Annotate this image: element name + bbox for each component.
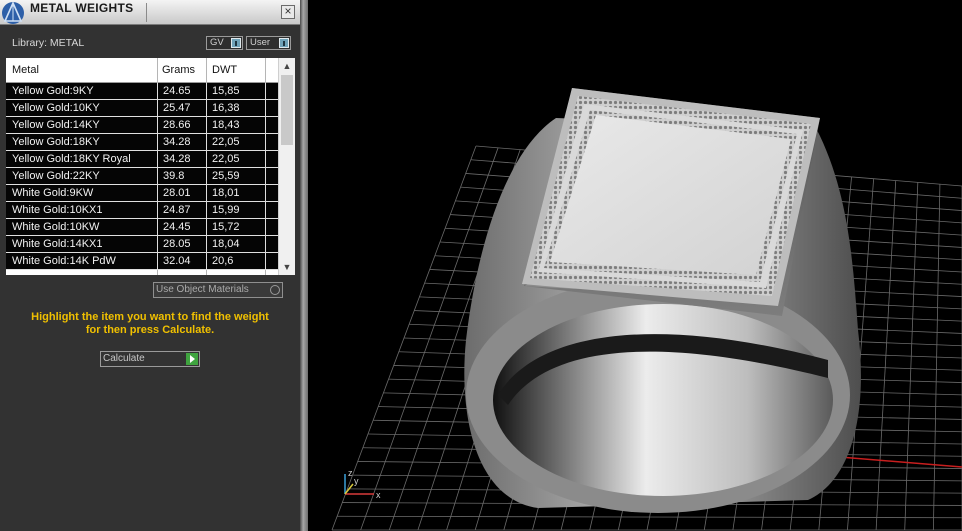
column-divider: [265, 253, 266, 270]
app-logo-icon: [2, 1, 24, 24]
metal-cell: Yellow Gold:18KY Royal: [12, 153, 131, 165]
metal-cell: Yellow Gold:10KY: [12, 102, 100, 114]
metal-weights-table[interactable]: Metal Grams DWT Yellow Gold:9KY 24.65 15,8…: [6, 58, 295, 275]
titlebar-divider: [146, 3, 147, 22]
metal-cell: White Gold:14K PdW: [12, 255, 116, 267]
grams-cell: 24.45: [163, 221, 191, 233]
column-header-grams[interactable]: Grams: [162, 64, 195, 76]
instruction-text: Highlight the item you want to find the …: [10, 311, 290, 337]
column-divider: [265, 219, 266, 236]
user-toggle-label: User: [250, 37, 271, 48]
column-divider: [265, 185, 266, 202]
axis-gizmo-icon: z y x: [344, 468, 381, 500]
table-row[interactable]: White Gold:14KX1 28.05 18,04: [6, 236, 278, 253]
column-divider: [265, 168, 266, 185]
scroll-down-icon[interactable]: ▼: [279, 259, 295, 275]
dwt-cell: 15,99: [212, 204, 240, 216]
grams-cell: 24.65: [163, 85, 191, 97]
column-header-dwt[interactable]: DWT: [212, 64, 237, 76]
metal-cell: White Gold:10KW: [12, 221, 100, 233]
grams-cell: 28.01: [163, 187, 191, 199]
column-divider: [265, 236, 266, 253]
column-divider: [265, 83, 266, 100]
column-divider: [265, 202, 266, 219]
column-divider: [265, 134, 266, 151]
table-row[interactable]: Yellow Gold:18KY Royal 34.28 22,05: [6, 151, 278, 168]
close-icon: ×: [284, 4, 292, 18]
dwt-cell: 15,85: [212, 85, 240, 97]
dwt-cell: 16,38: [212, 102, 240, 114]
play-arrow-icon: [186, 353, 198, 365]
table-row[interactable]: Yellow Gold:22KY 39.8 25,59: [6, 168, 278, 185]
column-divider: [265, 100, 266, 117]
metal-cell: Yellow Gold:14KY: [12, 119, 100, 131]
metal-cell: White Gold:10KX1: [12, 204, 103, 216]
grams-cell: 34.28: [163, 136, 191, 148]
use-object-materials-button[interactable]: Use Object Materials: [153, 282, 283, 298]
ring-3d-scene: z y x: [331, 88, 962, 531]
grams-cell: 24.87: [163, 204, 191, 216]
dwt-cell: 20,6: [212, 255, 234, 267]
table-row[interactable]: Yellow Gold:9KY 24.65 15,85: [6, 83, 278, 100]
metal-cell: Yellow Gold:18KY: [12, 136, 100, 148]
calculate-button[interactable]: Calculate: [100, 351, 200, 367]
grams-cell: 28.66: [163, 119, 191, 131]
dwt-cell: 18,04: [212, 238, 240, 250]
dwt-cell: 18,43: [212, 119, 240, 131]
metal-weights-panel: METAL WEIGHTS × Library: METAL GV User M…: [0, 0, 300, 531]
metal-cell: Yellow Gold:22KY: [12, 170, 100, 182]
use-object-materials-label: Use Object Materials: [156, 284, 249, 295]
column-divider: [265, 117, 266, 134]
table-row[interactable]: Yellow Gold:14KY 28.66 18,43: [6, 117, 278, 134]
metal-cell: White Gold:14KX1: [12, 238, 103, 250]
ring-inside-shape: [493, 304, 833, 496]
column-header-metal[interactable]: Metal: [12, 64, 39, 76]
table-header: Metal Grams DWT: [6, 58, 278, 275]
table-body: Yellow Gold:9KY 24.65 15,85 Yellow Gold:10K…: [6, 83, 278, 270]
dwt-cell: 15,72: [212, 221, 240, 233]
dwt-cell: 22,05: [212, 153, 240, 165]
table-scrollbar[interactable]: ▲ ▼: [278, 58, 295, 275]
grams-cell: 32.04: [163, 255, 191, 267]
dwt-cell: 18,01: [212, 187, 240, 199]
axis-label-y: y: [354, 476, 359, 486]
axis-label-x: x: [376, 490, 381, 500]
table-row[interactable]: Yellow Gold:10KY 25.47 16,38: [6, 100, 278, 117]
metal-cell: White Gold:9KW: [12, 187, 94, 199]
dwt-cell: 25,59: [212, 170, 240, 182]
grams-cell: 28.05: [163, 238, 191, 250]
toggle-switch-icon: [231, 38, 241, 48]
panel-title: METAL WEIGHTS: [30, 1, 134, 15]
grams-cell: 25.47: [163, 102, 191, 114]
scroll-up-icon[interactable]: ▲: [279, 58, 295, 74]
grams-cell: 34.28: [163, 153, 191, 165]
toggle-switch-icon: [279, 38, 289, 48]
dwt-cell: 22,05: [212, 136, 240, 148]
radio-indicator-icon: [270, 285, 280, 295]
metal-cell: Yellow Gold:9KY: [12, 85, 94, 97]
column-divider: [265, 151, 266, 168]
panel-splitter[interactable]: [300, 0, 308, 531]
close-button[interactable]: ×: [281, 5, 295, 19]
table-row[interactable]: White Gold:14K PdW 32.04 20,6: [6, 253, 278, 270]
gv-toggle[interactable]: GV: [206, 36, 243, 50]
table-row[interactable]: Yellow Gold:18KY 34.28 22,05: [6, 134, 278, 151]
3d-viewport[interactable]: z y x: [308, 0, 962, 531]
user-toggle[interactable]: User: [246, 36, 291, 50]
calculate-label: Calculate: [103, 353, 145, 364]
gv-toggle-label: GV: [210, 37, 224, 48]
table-row[interactable]: White Gold:9KW 28.01 18,01: [6, 185, 278, 202]
panel-titlebar[interactable]: METAL WEIGHTS ×: [0, 0, 300, 25]
instruction-line: Highlight the item you want to find the …: [31, 311, 269, 323]
library-label: Library: METAL: [12, 37, 85, 49]
scroll-thumb[interactable]: [281, 75, 293, 145]
axis-label-z: z: [348, 468, 353, 478]
instruction-line: for then press Calculate.: [85, 324, 215, 336]
table-row[interactable]: White Gold:10KX1 24.87 15,99: [6, 202, 278, 219]
table-row[interactable]: White Gold:10KW 24.45 15,72: [6, 219, 278, 236]
grams-cell: 39.8: [163, 170, 185, 182]
